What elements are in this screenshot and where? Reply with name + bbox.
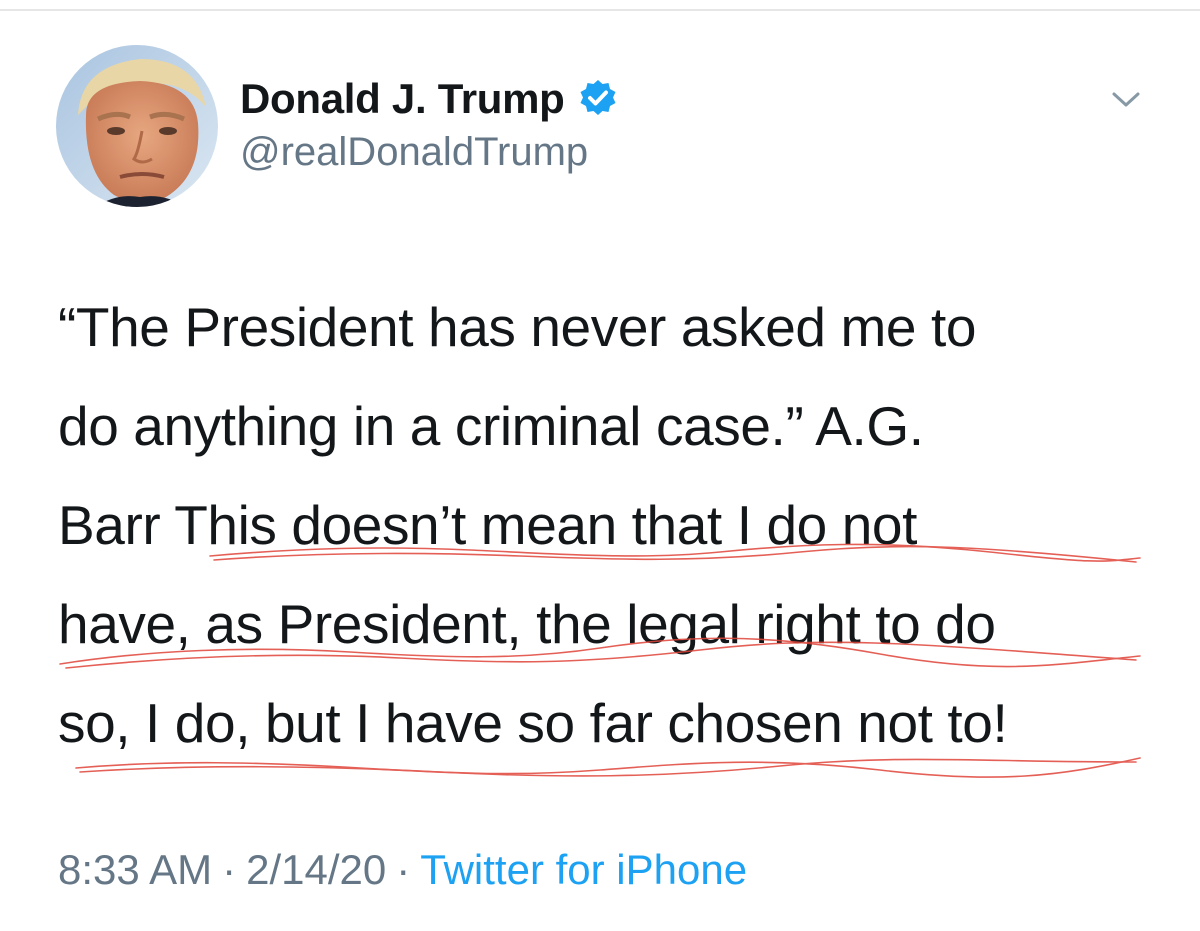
tweet-meta: 8:33 AM · 2/14/20 · Twitter for iPhone <box>58 846 747 894</box>
tweet-source-link[interactable]: Twitter for iPhone <box>420 846 747 893</box>
meta-separator: · <box>222 846 237 893</box>
meta-separator: · <box>396 846 411 893</box>
tweet-line: have, as President, the legal right to d… <box>58 593 996 655</box>
author-name-row[interactable]: Donald J. Trump <box>240 72 619 126</box>
display-name[interactable]: Donald J. Trump <box>240 75 565 123</box>
verified-badge-icon <box>577 78 619 120</box>
tweet-time[interactable]: 8:33 AM <box>58 846 212 893</box>
tweet-line: do anything in a criminal case.” A.G. <box>58 395 924 457</box>
tweet-line: Barr This doesn’t mean that I do not <box>58 494 917 556</box>
tweet-text: “The President has never asked me to do … <box>58 278 1168 773</box>
tweet-line: so, I do, but I have so far chosen not t… <box>58 692 1008 754</box>
chevron-down-icon[interactable] <box>1104 84 1148 114</box>
author-handle[interactable]: @realDonaldTrump <box>240 130 588 175</box>
tweet-date[interactable]: 2/14/20 <box>246 846 386 893</box>
profile-photo-icon <box>56 45 218 207</box>
tweet-line: “The President has never asked me to <box>58 296 977 358</box>
avatar[interactable] <box>56 45 218 207</box>
top-divider <box>0 9 1200 11</box>
